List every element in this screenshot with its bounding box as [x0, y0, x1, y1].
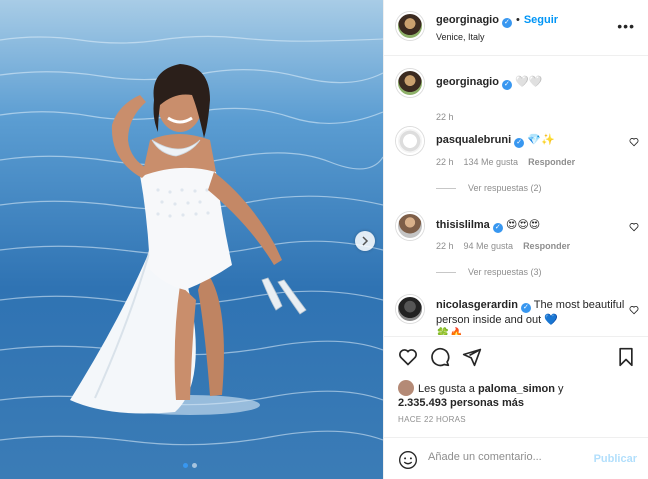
carousel-next-button[interactable]	[355, 231, 375, 251]
likes-user-link[interactable]: paloma_simon	[478, 383, 555, 395]
avatar[interactable]	[396, 69, 424, 97]
caption-time[interactable]: 22 h	[436, 112, 454, 122]
likes-count-link[interactable]: 2.335.493 personas más	[398, 397, 524, 409]
caption-meta: 22 h	[436, 112, 464, 122]
comment-icon[interactable]	[430, 347, 450, 367]
heart-icon[interactable]	[398, 347, 418, 367]
heart-icon[interactable]	[629, 222, 639, 232]
avatar[interactable]	[398, 380, 414, 396]
comment-text: nicolasgerardin ✓ The most beautiful pers…	[436, 298, 631, 335]
carousel-dots	[183, 463, 197, 468]
likes-prefix: Les gusta a	[418, 383, 478, 395]
header-user-line: georginagio ✓ • Seguir	[436, 14, 558, 28]
carousel-dot	[183, 463, 188, 468]
reply-button[interactable]: Responder	[523, 241, 570, 251]
comment-body: 😍😍😍	[505, 218, 541, 231]
verified-icon: ✓	[492, 223, 503, 233]
caption-username[interactable]: georginagio	[436, 76, 499, 88]
comment-likes[interactable]: 134 Me gusta	[464, 157, 519, 167]
smile-icon[interactable]	[398, 450, 418, 470]
post-header: georginagio ✓ • Seguir Venice, Italy •••	[384, 0, 648, 56]
likes-middle: y	[554, 383, 564, 395]
post-photo[interactable]	[0, 0, 383, 479]
separator-dot: •	[515, 14, 520, 26]
reply-button[interactable]: Responder	[528, 157, 575, 167]
view-replies-label: Ver respuestas (3)	[468, 267, 542, 277]
comment-extra-emojis: 🍀🔥	[436, 327, 464, 335]
verified-icon: ✓	[501, 80, 512, 90]
avatar[interactable]	[396, 212, 424, 240]
post-dialog: georginagio ✓ • Seguir Venice, Italy ••• ge…	[0, 0, 648, 479]
bookmark-icon[interactable]	[616, 347, 636, 367]
comment-meta: 22 h 94 Me gusta Responder	[436, 241, 580, 251]
divider	[436, 187, 456, 189]
action-bar	[384, 336, 648, 380]
comment-text: pasqualebruni ✓ 💎✨	[436, 133, 631, 148]
comment-input[interactable]	[428, 451, 588, 463]
comment-username[interactable]: nicolasgerardin	[436, 299, 518, 311]
more-options-icon[interactable]: •••	[617, 18, 635, 34]
divider	[436, 271, 456, 273]
add-comment-bar: Publicar	[384, 437, 648, 479]
avatar[interactable]	[396, 127, 424, 155]
comment-body: 💎✨	[527, 133, 555, 146]
verified-icon: ✓	[520, 303, 531, 313]
publish-button[interactable]: Publicar	[594, 453, 637, 465]
caption-text: georginagio ✓ 🤍🤍	[436, 75, 631, 90]
follow-button[interactable]: Seguir	[524, 14, 558, 26]
carousel-dot	[192, 463, 197, 468]
heart-icon[interactable]	[629, 305, 639, 315]
heart-icon[interactable]	[629, 137, 639, 147]
location-link[interactable]: Venice, Italy	[436, 32, 485, 42]
photo-scene	[0, 0, 383, 479]
post-timestamp[interactable]: HACE 22 HORAS	[398, 415, 466, 424]
likes-summary: Les gusta a paloma_simon y 2.335.493 per…	[398, 380, 638, 410]
comment-text: thisislilma ✓ 😍😍😍	[436, 218, 631, 233]
verified-icon: ✓	[514, 138, 525, 148]
comment-username[interactable]: thisislilma	[436, 219, 490, 231]
avatar[interactable]	[396, 12, 424, 40]
view-replies-button[interactable]: Ver respuestas (3)	[436, 267, 542, 277]
chevron-right-icon	[362, 236, 369, 246]
avatar[interactable]	[396, 295, 424, 323]
share-icon[interactable]	[462, 347, 482, 367]
comments-list: georginagio✓ 🤍🤍 22 h pasqualebruni✓ 💎✨	[384, 57, 648, 335]
header-username[interactable]: georginagio	[436, 14, 499, 26]
post-side-panel: georginagio ✓ • Seguir Venice, Italy ••• ge…	[383, 0, 648, 479]
comment-username[interactable]: pasqualebruni	[436, 134, 511, 146]
verified-icon: ✓	[501, 18, 512, 28]
comment-time[interactable]: 22 h	[436, 241, 454, 251]
comment-time[interactable]: 22 h	[436, 157, 454, 167]
view-replies-label: Ver respuestas (2)	[468, 183, 542, 193]
comment-meta: 22 h 134 Me gusta Responder	[436, 157, 585, 167]
caption-body: 🤍🤍	[515, 75, 543, 88]
view-replies-button[interactable]: Ver respuestas (2)	[436, 183, 542, 193]
comment-likes[interactable]: 94 Me gusta	[464, 241, 514, 251]
